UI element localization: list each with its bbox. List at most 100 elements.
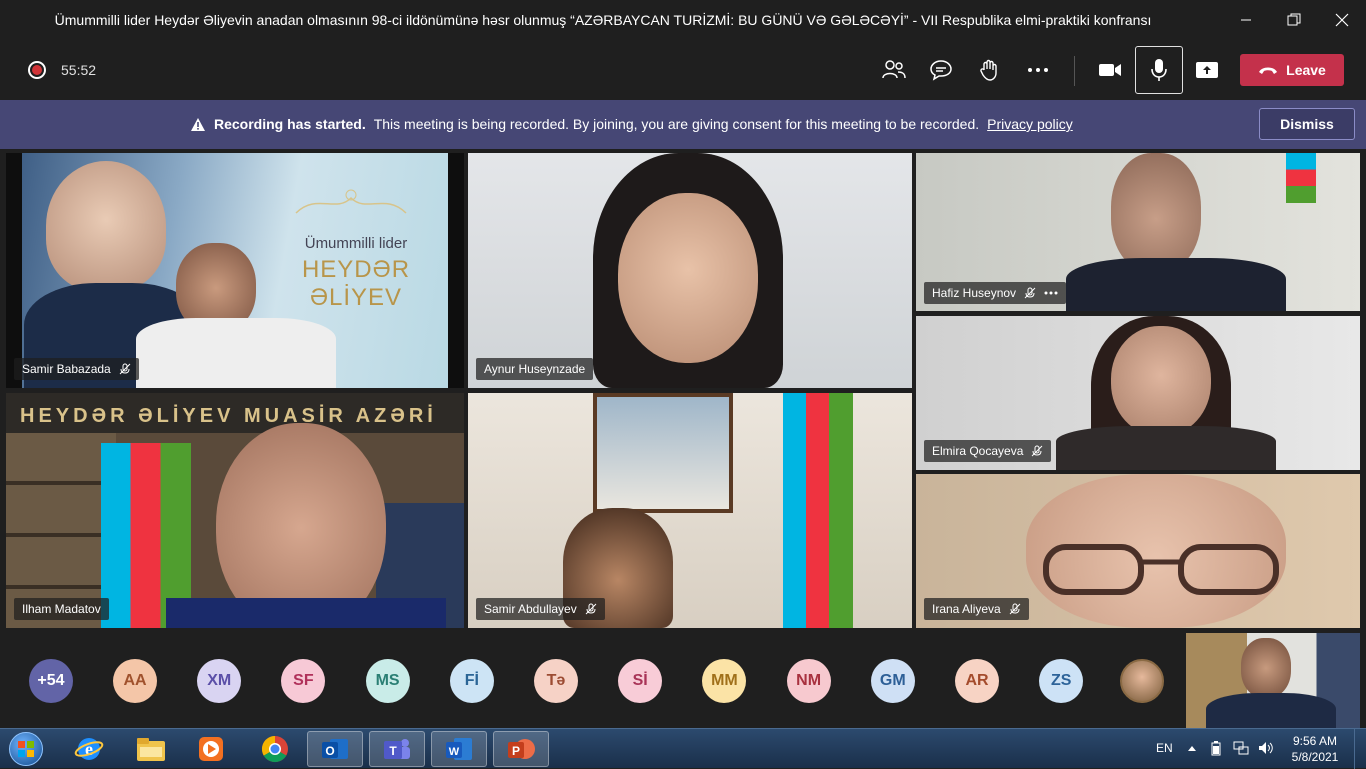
clock-date[interactable]: 5/8/2021 [1287, 750, 1343, 764]
dismiss-button[interactable]: Dismiss [1259, 108, 1355, 140]
leave-button[interactable]: Leave [1240, 54, 1344, 86]
restore-icon [1287, 13, 1301, 26]
taskbar-word[interactable]: W [431, 731, 487, 767]
participant-name: Aynur Huseynzade [484, 362, 586, 376]
media-player-icon [199, 737, 223, 761]
participant-name-chip: Hafiz Huseynov [924, 282, 1067, 304]
muted-mic-icon [1009, 603, 1021, 615]
taskbar-outlook[interactable]: O [307, 731, 363, 767]
file-explorer-icon [137, 738, 165, 761]
close-icon [1335, 13, 1349, 27]
chrome-icon [261, 735, 288, 763]
face-shape [1111, 153, 1201, 273]
muted-mic-icon [585, 603, 597, 615]
self-view-video[interactable] [1186, 633, 1360, 728]
battery-icon[interactable] [1211, 740, 1221, 756]
minimize-icon [1241, 19, 1251, 21]
video-tile-irana-aliyeva[interactable]: Irana Aliyeva [916, 474, 1360, 628]
recording-banner: Recording has started. This meeting is b… [0, 100, 1366, 149]
more-actions-icon [1028, 68, 1048, 72]
more-actions-button[interactable] [1020, 52, 1056, 88]
show-hidden-icons-icon[interactable] [1188, 745, 1196, 751]
muted-mic-icon [1032, 445, 1043, 457]
participant-name: Ilham Madatov [22, 602, 101, 616]
participant-name: Samir Abdullayev [484, 602, 577, 616]
share-screen-button[interactable] [1189, 52, 1225, 88]
reactions-button[interactable] [972, 52, 1008, 88]
maximize-button[interactable] [1270, 0, 1318, 40]
taskbar-powerpoint[interactable]: P [493, 731, 549, 767]
video-tile-ilham-madatov[interactable]: HEYDƏR ƏLİYEV MUASİR AZƏRİ Ilham Madatov [6, 393, 464, 628]
internet-explorer-icon: e [74, 738, 104, 760]
participant-name-chip: Irana Aliyeva [924, 598, 1029, 620]
participant-avatar[interactable]: Sİ [618, 659, 663, 703]
participant-avatar[interactable]: AR [955, 659, 999, 703]
meeting-timer: 55:52 [61, 62, 97, 78]
slide-line3: ƏLİYEV [309, 284, 403, 311]
video-tile-samir-babazada[interactable]: Ümummilli lider HEYDƏR ƏLİYEV Samir Baba… [6, 153, 464, 388]
powerpoint-icon: P [508, 739, 535, 759]
face-shape [1111, 326, 1211, 436]
minimize-button[interactable] [1222, 0, 1270, 40]
svg-text:P: P [512, 744, 520, 758]
flag-shape [1286, 153, 1316, 203]
word-icon: W [446, 738, 472, 760]
windows-logo-icon [18, 741, 34, 757]
participant-avatar[interactable]: AA [113, 659, 157, 703]
show-participants-button[interactable] [876, 52, 912, 88]
recording-text: This meeting is being recorded. By joini… [373, 116, 980, 132]
privacy-policy-link[interactable]: Privacy policy [987, 116, 1073, 132]
overflow-participants-button[interactable]: +54 [29, 659, 73, 703]
outlook-icon: O [322, 739, 348, 759]
participant-name-chip: Elmira Qocayeva [924, 440, 1052, 462]
clock-time[interactable]: 9:56 AM [1290, 734, 1340, 748]
video-tile-samir-abdullayev[interactable]: Samir Abdullayev [468, 393, 912, 628]
face-shape [1241, 638, 1291, 698]
camera-button[interactable] [1092, 52, 1128, 88]
show-chat-button[interactable] [923, 52, 959, 88]
participant-avatar[interactable]: Fİ [449, 659, 494, 703]
network-icon[interactable] [1233, 740, 1249, 756]
microphone-button[interactable] [1135, 46, 1183, 94]
taskbar-teams[interactable]: T [369, 731, 425, 767]
speaker-shirt [136, 318, 336, 388]
participant-avatar[interactable]: NM [786, 659, 831, 703]
participant-avatar[interactable]: GM [870, 659, 915, 703]
start-button[interactable] [6, 731, 46, 767]
participant-name-chip: Ilham Madatov [14, 598, 109, 620]
participant-avatar[interactable]: XM [197, 659, 242, 703]
close-button[interactable] [1318, 0, 1366, 40]
video-tile-elmira-qocayeva[interactable]: Elmira Qocayeva [916, 316, 1360, 470]
window-controls [1222, 0, 1366, 40]
taskbar-chrome[interactable] [247, 731, 303, 767]
participant-avatar[interactable]: Tə [534, 659, 578, 703]
taskbar-file-explorer[interactable] [123, 731, 179, 767]
language-indicator[interactable]: EN [1156, 741, 1173, 755]
participant-name: Elmira Qocayeva [932, 444, 1024, 458]
participant-avatar[interactable]: ZS [1039, 659, 1084, 703]
svg-text:O: O [325, 744, 334, 758]
leave-label: Leave [1286, 62, 1326, 78]
volume-icon[interactable] [1258, 741, 1274, 755]
warning-icon [191, 117, 205, 131]
show-desktop-button[interactable] [1354, 729, 1366, 769]
participant-name-chip: Samir Babazada [14, 358, 139, 380]
video-tile-aynur-huseynzade[interactable]: Aynur Huseynzade [468, 153, 912, 388]
taskbar-media-player[interactable] [183, 731, 239, 767]
participant-name-chip: Samir Abdullayev [476, 598, 605, 620]
glasses-shape [1043, 544, 1279, 595]
slide-line2: HEYDƏR [301, 256, 411, 283]
suit-shape [1066, 258, 1286, 311]
participant-name-chip: Aynur Huseynzade [476, 358, 594, 380]
recording-message: Recording has started. This meeting is b… [190, 116, 1073, 132]
teams-icon: T [384, 739, 410, 759]
participant-avatar[interactable]: MS [365, 659, 410, 703]
window-titlebar: Ümummilli lider Heydər Əliyevin anadan o… [0, 0, 1366, 40]
taskbar-internet-explorer[interactable]: e [61, 731, 117, 767]
windows-taskbar: e O T W P EN 9:56 AM 5/8/2021 [0, 728, 1366, 769]
video-tile-hafiz-huseynov[interactable]: Hafiz Huseynov [916, 153, 1360, 311]
participants-icon [882, 60, 906, 79]
participant-photo-avatar[interactable] [1120, 659, 1164, 703]
portrait-figure [46, 161, 166, 291]
face-shape [618, 193, 758, 363]
